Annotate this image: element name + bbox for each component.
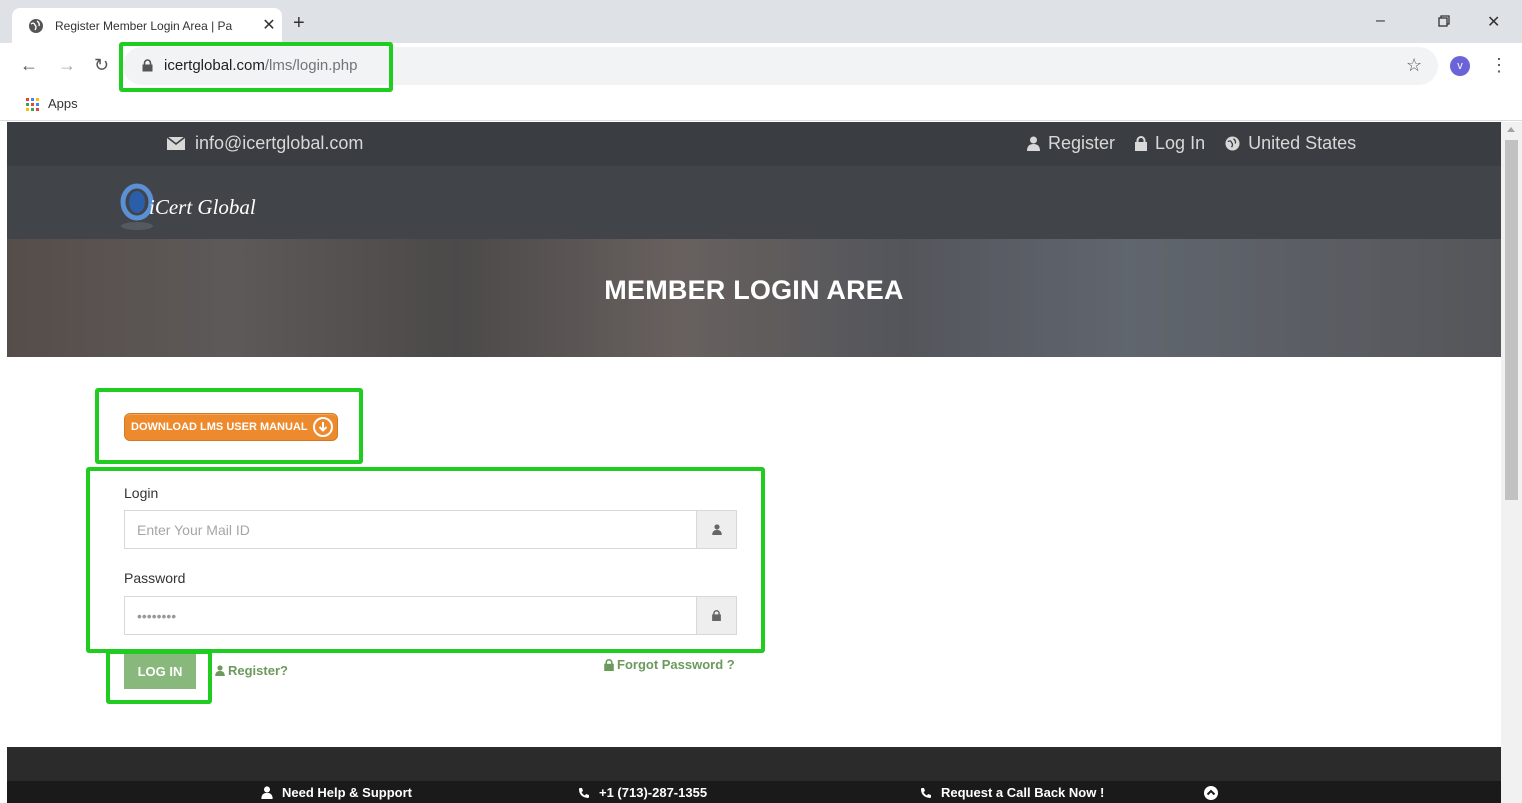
password-field [124, 596, 737, 635]
help-support-link[interactable]: Need Help & Support [261, 785, 412, 800]
web-page: info@icertglobal.com Register Log In Uni… [7, 122, 1501, 803]
tab-title: Register Member Login Area | Pa [55, 19, 233, 33]
envelope-icon [167, 137, 185, 150]
apps-grid-icon[interactable] [26, 98, 39, 111]
phone-label: +1 (713)-287-1355 [599, 785, 708, 800]
footer-strip [7, 781, 1501, 803]
url-host: icertglobal.com [164, 57, 265, 74]
reload-icon[interactable]: ↻ [94, 55, 109, 76]
email-text: info@icertglobal.com [195, 133, 364, 153]
bookmark-star-icon[interactable]: ☆ [1406, 55, 1422, 76]
email-field [124, 510, 737, 549]
email-input[interactable] [125, 511, 698, 548]
password-label: Password [124, 570, 186, 586]
phone-icon [921, 787, 931, 798]
lock-icon [712, 610, 721, 621]
apps-bookmark-label[interactable]: Apps [48, 96, 78, 111]
minimize-icon[interactable]: – [1376, 12, 1385, 30]
topbar-links: Register Log In United States [1027, 133, 1376, 154]
page-scrollbar[interactable] [1501, 122, 1522, 803]
country-selector[interactable]: United States [1225, 133, 1356, 154]
bookmarks-bar: Apps [0, 89, 1522, 121]
download-icon [313, 417, 333, 437]
forgot-password-link[interactable]: Forgot Password ? [604, 657, 735, 672]
user-icon [215, 665, 225, 676]
profile-avatar[interactable]: v [1450, 56, 1470, 76]
phone-icon [579, 787, 589, 798]
page-title: MEMBER LOGIN AREA [604, 275, 904, 305]
site-topbar: info@icertglobal.com Register Log In Uni… [7, 122, 1501, 166]
site-header: iCert Global [7, 166, 1501, 239]
country-label: United States [1248, 133, 1357, 153]
logo-text: iCert Global [149, 195, 256, 219]
register-link[interactable]: Register? [215, 663, 288, 678]
close-window-icon[interactable]: ✕ [1487, 12, 1500, 32]
url-path: /lms/login.php [264, 57, 358, 74]
login-content: DOWNLOAD LMS USER MANUAL Login Password [7, 357, 1501, 747]
forgot-password-label: Forgot Password ? [617, 657, 735, 672]
restore-icon[interactable] [1438, 15, 1450, 27]
login-button[interactable]: LOG IN [124, 654, 196, 689]
browser-tab-bar: Register Member Login Area | Pa ✕ + – ✕ [0, 0, 1522, 43]
download-manual-button[interactable]: DOWNLOAD LMS USER MANUAL [124, 413, 338, 441]
phone-link[interactable]: +1 (713)-287-1355 [578, 785, 707, 800]
register-link-label: Register [1048, 133, 1116, 153]
email-addon [696, 511, 736, 548]
lock-icon [142, 59, 153, 72]
globe-icon [29, 19, 43, 33]
scroll-top-icon[interactable] [1204, 786, 1218, 800]
site-footer: Need Help & Support +1 (713)-287-1355 Re… [7, 747, 1501, 803]
lock-icon [604, 658, 614, 671]
callback-label: Request a Call Back Now ! [941, 785, 1105, 800]
scrollbar-thumb[interactable] [1505, 140, 1518, 500]
forward-icon[interactable]: → [58, 55, 76, 76]
help-support-label: Need Help & Support [282, 785, 413, 800]
site-logo[interactable]: iCert Global [119, 172, 319, 236]
menu-icon[interactable]: ⋮ [1490, 55, 1508, 76]
back-icon[interactable]: ← [20, 55, 38, 76]
new-tab-button[interactable]: + [293, 13, 305, 33]
browser-tab[interactable]: Register Member Login Area | Pa ✕ [12, 8, 282, 43]
contact-email[interactable]: info@icertglobal.com [167, 133, 363, 154]
user-icon [1027, 136, 1040, 151]
download-button-label: DOWNLOAD LMS USER MANUAL [131, 421, 308, 433]
url-bar[interactable]: icertglobal.com/lms/login.php [123, 47, 1438, 85]
lock-icon [1135, 136, 1148, 151]
page-banner: MEMBER LOGIN AREA [7, 239, 1501, 357]
login-link-label: Log In [1155, 133, 1206, 153]
login-label: Login [124, 485, 159, 501]
close-tab-icon[interactable]: ✕ [260, 15, 278, 35]
password-input[interactable] [125, 597, 698, 634]
callback-link[interactable]: Request a Call Back Now ! [920, 785, 1104, 800]
register-link[interactable]: Register [1027, 133, 1115, 154]
register-link-label: Register? [228, 663, 288, 678]
url-text: icertglobal.com/lms/login.php [164, 57, 357, 74]
scroll-up-icon[interactable] [1507, 127, 1515, 132]
globe-icon [1225, 136, 1240, 151]
password-addon [696, 597, 736, 634]
login-link[interactable]: Log In [1135, 133, 1205, 154]
user-icon [261, 786, 273, 799]
user-icon [711, 524, 722, 535]
address-bar-row: ← → ↻ icertglobal.com/lms/login.php ☆ v … [0, 43, 1522, 89]
